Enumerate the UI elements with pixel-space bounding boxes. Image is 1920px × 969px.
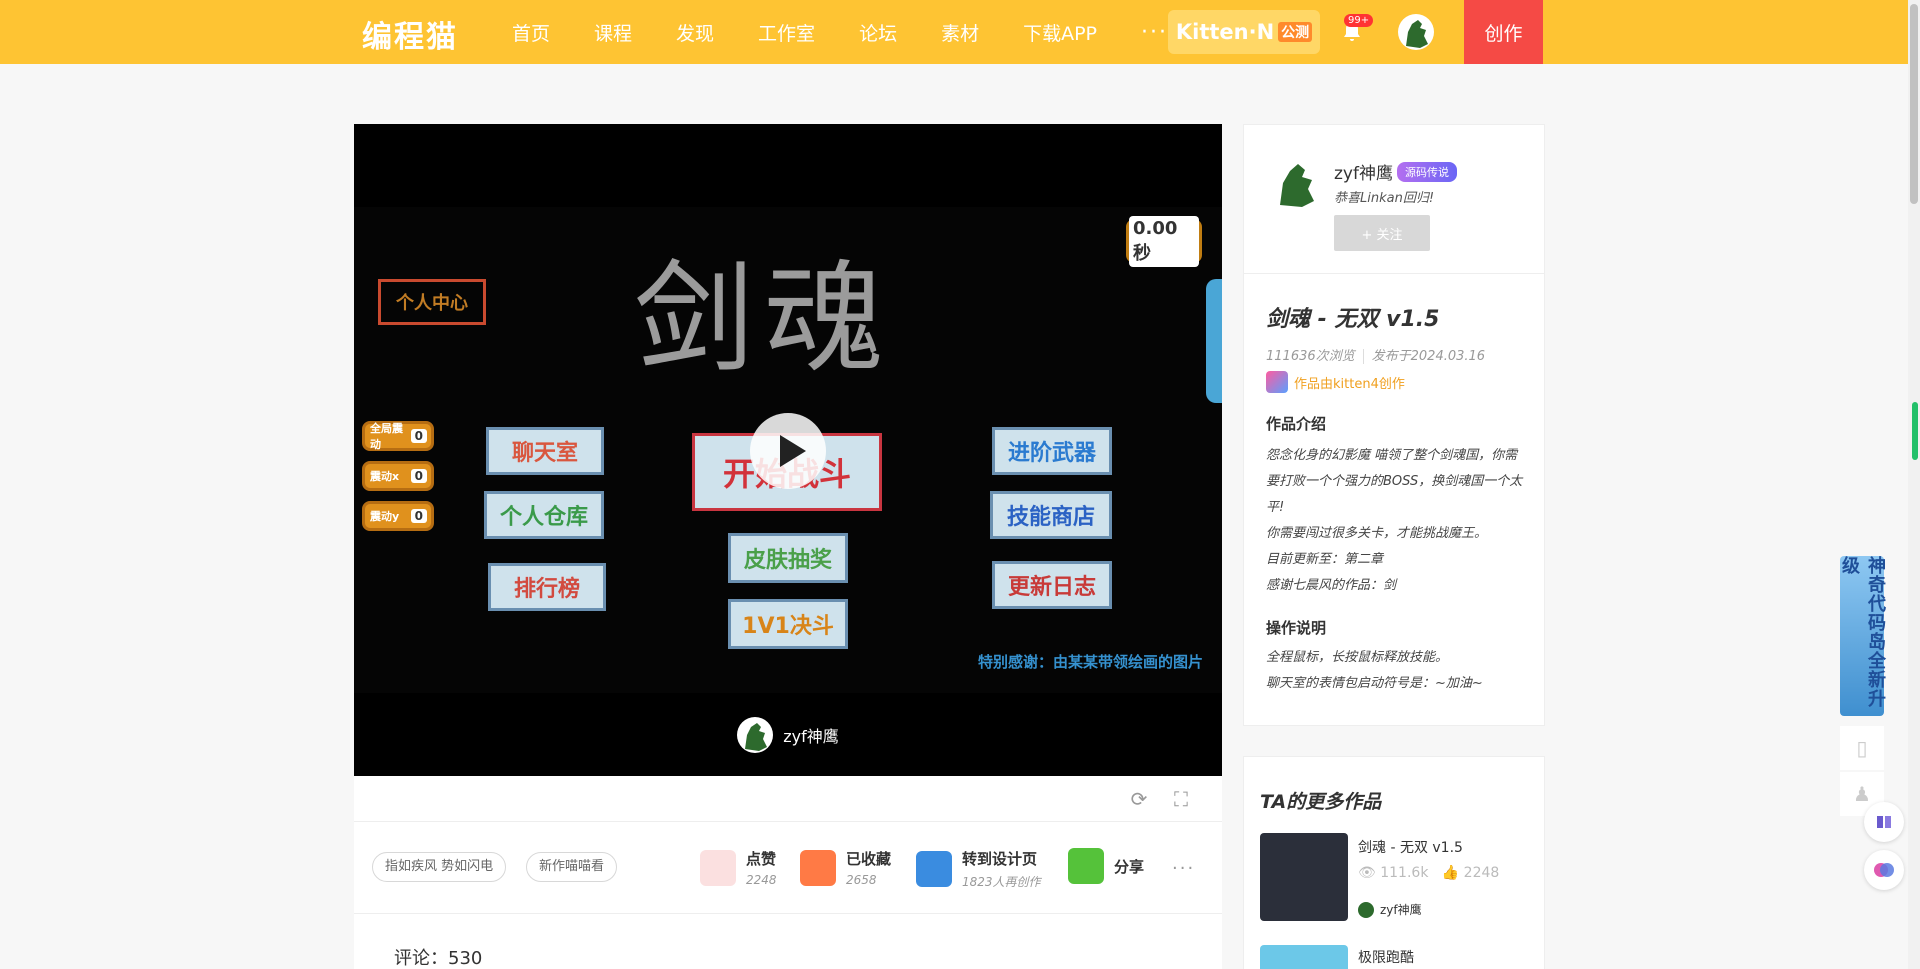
code-island-banner[interactable]: 神奇代码岛全新升级 (1839, 556, 1886, 716)
more-work-stats: 👁 111.6k 👍 2248 (1358, 865, 1500, 881)
card-divider (1244, 273, 1544, 274)
nav-more-icon[interactable]: ··· (1141, 20, 1168, 45)
like-icon (700, 849, 736, 886)
work-meta: 111636次浏览 发布于2024.03.16 (1266, 349, 1486, 364)
nav-forum[interactable]: 论坛 (859, 19, 897, 46)
advanced-weapon-button[interactable]: 进阶武器 (992, 427, 1112, 475)
kitten-icon (1266, 371, 1288, 393)
nav-menu: 首页 课程 发现 工作室 论坛 素材 下载APP ··· (512, 0, 1168, 64)
more-work-title[interactable]: 剑魂 - 无双 v1.5 (1358, 837, 1463, 857)
ops-title: 操作说明 (1266, 619, 1327, 637)
work-thumbnail[interactable] (1260, 945, 1348, 969)
duel-button[interactable]: 1V1决斗 (728, 599, 848, 649)
global-counter: 全局震动 0 (362, 421, 434, 451)
more-works-title: TA的更多作品 (1260, 791, 1382, 813)
warehouse-button[interactable]: 个人仓库 (484, 491, 604, 539)
share-icon (1068, 848, 1104, 884)
game-timer: 0.00秒 (1126, 215, 1202, 267)
likes-icon: 👍 (1441, 865, 1460, 881)
play-icon[interactable] (750, 413, 826, 489)
intro-body: 怨念化身的幻影魔 喵领了整个剑魂国，你需要打败一个个强力的BOSS，换剑魂国一个… (1266, 448, 1523, 593)
author-card-name[interactable]: zyf神鹰 源码传说 (1334, 159, 1457, 184)
side-panel-edge (1206, 279, 1222, 403)
scroll-indicator (1912, 402, 1918, 460)
more-works-card: TA的更多作品 剑魂 - 无双 v1.5 👁 111.6k 👍 2248 zyf… (1243, 756, 1545, 969)
remix-icon (916, 851, 952, 887)
kitten-n-label: Kitten·N (1175, 20, 1275, 44)
fullscreen-icon[interactable]: ⛶ (1170, 788, 1192, 810)
skin-draw-button[interactable]: 皮肤抽奖 (728, 533, 848, 583)
notification-badge: 99+ (1344, 14, 1374, 27)
ranking-button[interactable]: 排行榜 (488, 563, 606, 611)
nav-materials[interactable]: 素材 (941, 19, 979, 46)
remix-button[interactable]: 转到设计页 1823人再创作 (916, 848, 1041, 890)
update-log-button[interactable]: 更新日志 (992, 561, 1112, 609)
counter-x: 震动x 0 (362, 461, 434, 491)
nav-studio[interactable]: 工作室 (758, 19, 815, 46)
work-tag[interactable]: 新作喵喵看 (526, 852, 618, 882)
comments-section: 评论：530 (354, 914, 1222, 969)
work-info-card: zyf神鹰 源码传说 恭喜Linkan回归! + 关注 剑魂 - 无双 v1.5… (1243, 124, 1545, 726)
counter-y: 震动y 0 (362, 501, 434, 531)
nav-home[interactable]: 首页 (512, 19, 550, 46)
stage-credit: 特别感谢：由某某带领绘画的图片 (978, 653, 1204, 671)
nav-download-app[interactable]: 下载APP (1023, 19, 1097, 46)
author-signature: 恭喜Linkan回归! (1334, 191, 1435, 206)
work-tag[interactable]: 指如疾风 势如闪电 (372, 852, 507, 882)
brain-icon[interactable] (1864, 850, 1904, 890)
mobile-icon[interactable]: ▯ (1840, 726, 1884, 770)
top-nav: 编程猫 首页 课程 发现 工作室 论坛 素材 下载APP ··· Kitten·… (0, 0, 1908, 64)
more-actions-icon[interactable]: ··· (1172, 858, 1195, 879)
intro-title: 作品介绍 (1266, 415, 1327, 433)
refresh-icon[interactable]: ⟳ (1128, 788, 1150, 810)
game-title: 剑魂 (634, 250, 894, 389)
book-icon[interactable] (1864, 802, 1904, 842)
player-author[interactable]: zyf神鹰 (354, 693, 1222, 776)
create-button[interactable]: 创作 (1464, 0, 1543, 64)
personal-center-button[interactable]: 个人中心 (378, 279, 486, 325)
share-button[interactable]: 分享 (1068, 848, 1144, 884)
made-with-kitten[interactable]: 作品由kitten4创作 (1266, 371, 1405, 393)
author-card-avatar[interactable] (1268, 155, 1324, 211)
nav-discover[interactable]: 发现 (676, 19, 714, 46)
site-logo[interactable]: 编程猫 (362, 12, 458, 56)
game-stage[interactable]: 剑魂 0.00秒 个人中心 全局震动 0 震动x 0 震动y 0 聊天室 个人仓库 排… (354, 207, 1222, 693)
kitten-n-tag: 公测 (1278, 22, 1313, 42)
follow-button[interactable]: + 关注 (1334, 215, 1430, 251)
work-thumbnail[interactable] (1260, 833, 1348, 921)
favorite-icon (800, 849, 836, 886)
author-badge: 源码传说 (1396, 161, 1457, 182)
more-work-author[interactable]: zyf神鹰 (1358, 901, 1422, 918)
work-title: 剑魂 - 无双 v1.5 (1266, 307, 1440, 332)
like-button[interactable]: 点赞 2248 (700, 848, 777, 887)
kitten-n-button[interactable]: Kitten·N 公测 (1168, 10, 1320, 54)
chat-button[interactable]: 聊天室 (486, 427, 604, 475)
work-actions: 指如疾风 势如闪电 新作喵喵看 点赞 2248 已收藏 2658 转到设计页 1823… (354, 822, 1222, 914)
comment-count: 评论：530 (394, 948, 483, 969)
user-avatar[interactable] (1398, 14, 1434, 50)
views-icon: 👁 (1358, 865, 1376, 881)
player-controls: ⟳ ⛶ (354, 776, 1222, 822)
nav-courses[interactable]: 课程 (594, 19, 632, 46)
player-author-name: zyf神鹰 (783, 726, 839, 746)
ops-body: 全程鼠标，长按鼠标释放技能。 聊天室的表情包启动符号是：~加油~ (1266, 650, 1483, 691)
author-avatar (737, 716, 774, 753)
favorite-button[interactable]: 已收藏 2658 (800, 848, 891, 887)
scroll-thumb[interactable] (1910, 4, 1918, 204)
skill-shop-button[interactable]: 技能商店 (990, 491, 1112, 539)
page-scrollbar[interactable] (1908, 0, 1920, 969)
more-work-title[interactable]: 极限跑酷 (1358, 947, 1414, 967)
game-player: 剑魂 0.00秒 个人中心 全局震动 0 震动x 0 震动y 0 聊天室 个人仓库 排… (354, 124, 1222, 776)
